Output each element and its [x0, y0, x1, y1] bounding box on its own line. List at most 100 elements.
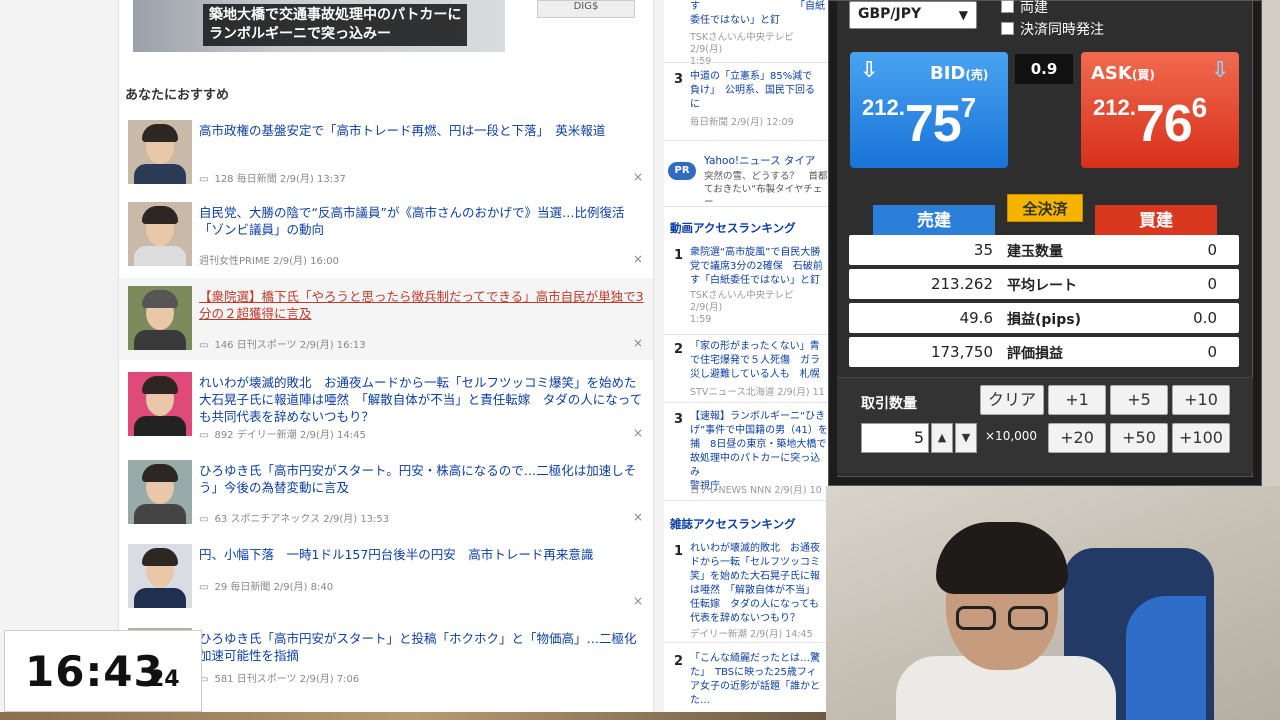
article-title[interactable]: ひろゆき氏「高市円安がスタート。円安・株高になるので…二極化は加速しそう」今後の… [199, 462, 647, 496]
article-source: 日刊スポーツ [236, 674, 297, 685]
article-date: 2/9(月) 7:06 [299, 674, 360, 685]
position-buy-value: 0 [1207, 241, 1217, 259]
bid-button[interactable]: ⇩ BID(売) 212.757 [850, 52, 1008, 168]
divider [664, 402, 828, 403]
ranking-title[interactable]: 「家の形がまったくない」青 で住宅爆発で５人死傷 ガラ 災し避難している人も 札… [690, 340, 828, 382]
ranking-title[interactable]: 中道の「立憲系」85%減で 負け」 公明系、国民下回る に [690, 70, 828, 112]
ranking-number: 2 [674, 654, 684, 669]
divider [664, 642, 828, 643]
quantity-input[interactable]: 5 [861, 423, 929, 453]
article-meta: ▭ 29 毎日新聞 2/9(月) 8:40 [199, 578, 333, 593]
hero-logo: DIG$ [537, 0, 635, 18]
ranking-title[interactable]: 「こんな綺麗だったとは…驚 た」 TBSに映った25歳フィ ア女子の近影が話題「… [690, 652, 828, 708]
add-50-button[interactable]: +50 [1110, 423, 1168, 453]
clear-button[interactable]: クリア [980, 385, 1044, 415]
close-icon[interactable]: × [633, 170, 643, 184]
close-icon[interactable]: × [633, 252, 643, 266]
article-row[interactable]: 円、小幅下落 一時1ドル157円台後半の円安 高市トレード再来意識 ▭ 29 毎日… [119, 536, 653, 618]
article-thumbnail[interactable] [128, 120, 192, 184]
article-title[interactable]: 高市政権の基盤安定で「高市トレード再燃、円は一段と下落」 英米報道 [199, 122, 647, 139]
comment-count: 29 [214, 582, 228, 593]
ranking-title[interactable]: 衆院選“高市旋風”で自民大勝 党で議席3分の2確保 石破前 す「白紙委任ではない… [690, 246, 828, 288]
ranking-meta: STVニュース北海道 2/9(月) 11 [690, 387, 825, 398]
recommend-heading: あなたにおすすめ [125, 88, 230, 103]
divider [664, 500, 828, 501]
article-meta: ▭ 63 スポニチアネックス 2/9(月) 13:53 [199, 510, 389, 525]
article-row[interactable]: 高市政権の基盤安定で「高市トレード再燃、円は一段と下落」 英米報道 ▭ 128 毎… [119, 112, 653, 194]
ask-price: 212.766 [1093, 92, 1207, 154]
add-1-button[interactable]: +1 [1048, 385, 1106, 415]
divider [664, 206, 828, 207]
add-5-button[interactable]: +5 [1110, 385, 1168, 415]
add-20-button[interactable]: +20 [1048, 423, 1106, 453]
article-thumbnail[interactable] [128, 460, 192, 524]
comment-icon: ▭ [199, 582, 209, 593]
position-row-avg-rate: 213.262 平均レート 0 [849, 269, 1239, 299]
hero-caption-line1: 築地大橋で交通事故処理中のパトカーに [209, 7, 462, 23]
arrow-down-icon: ⇩ [1211, 58, 1230, 83]
position-sell-value: 213.262 [930, 275, 993, 293]
bottom-video-strip [0, 712, 826, 720]
article-thumbnail[interactable] [128, 202, 192, 266]
quantity-label: 取引数量 [861, 396, 917, 412]
ranking-number: 3 [674, 72, 684, 87]
article-source: 毎日新聞 [230, 582, 271, 593]
article-row[interactable]: 【衆院選】橋下氏「やろうと思ったら徴兵制だってできる」高市自民が単独で3分の２超… [119, 278, 653, 360]
add-100-button[interactable]: +100 [1172, 423, 1230, 453]
close-icon[interactable]: × [633, 426, 643, 440]
article-title[interactable]: れいわが壊滅的敗北 お通夜ムードから一転「セルフツッコミ爆笑」を始めた大石晃子氏… [199, 374, 647, 425]
person-hair [936, 522, 1068, 594]
comment-icon: ▭ [199, 174, 209, 185]
close-icon[interactable]: × [633, 510, 643, 524]
add-10-button[interactable]: +10 [1172, 385, 1230, 415]
checkbox-icon [1001, 22, 1014, 35]
buy-position-tab[interactable]: 買建 [1095, 205, 1217, 237]
both-sides-checkbox[interactable]: 両建 [1001, 0, 1048, 17]
hero-image[interactable]: 築地大橋で交通事故処理中のパトカーに ランボルギーニで突っ込みー [133, 0, 505, 52]
settle-checkbox[interactable]: 決済同時発注 [1001, 19, 1104, 39]
article-row[interactable]: 自民党、大勝の陰で“反高市議員”が《高市さんのおかげで》当選…比例復活「ゾンビ議… [119, 194, 653, 276]
ask-label-text: ASK [1091, 63, 1132, 84]
position-label: 評価損益 [1007, 346, 1063, 362]
article-thumbnail[interactable] [128, 372, 192, 436]
divider [664, 62, 828, 63]
article-thumbnail[interactable] [128, 544, 192, 608]
pr-description[interactable]: 突然の雪、どうする？ 首都 ておきたい“布製タイヤチェー [704, 170, 828, 209]
webcam-background-strip [1262, 0, 1280, 486]
position-buy-value: 0 [1207, 343, 1217, 361]
magazine-ranking-heading[interactable]: 雑誌アクセスランキング [670, 516, 796, 532]
article-meta: ▭ 146 日刊スポーツ 2/9(月) 16:13 [199, 336, 366, 351]
ranking-title[interactable]: れいわが壊滅的敗北 お通夜 ドから一転「セルフツッコミ 笑」を始めた大石晃子氏に… [690, 542, 828, 626]
video-ranking-heading[interactable]: 動画アクセスランキング [670, 220, 796, 236]
article-row[interactable]: ひろゆき氏「高市円安がスタート。円安・株高になるので…二極化は加速しそう」今後の… [119, 452, 653, 534]
article-title[interactable]: 【衆院選】橋下氏「やろうと思ったら徴兵制だってできる」高市自民が単独で3分の２超… [199, 288, 647, 322]
article-row[interactable]: れいわが壊滅的敗北 お通夜ムードから一転「セルフツッコミ爆笑」を始めた大石晃子氏… [119, 364, 653, 450]
close-icon[interactable]: × [633, 336, 643, 350]
gaming-chair-accent [1126, 596, 1206, 720]
pr-title[interactable]: Yahoo!ニュース タイア [704, 154, 828, 168]
ranking-title[interactable]: す 「自紙委任ではない」と釘 [690, 0, 828, 28]
quantity-up-button[interactable]: ▲ [931, 423, 953, 453]
currency-pair-select[interactable]: GBP/JPY ▼ [849, 1, 977, 29]
currency-pair-value: GBP/JPY [858, 6, 922, 22]
divider [664, 334, 828, 335]
article-thumbnail[interactable] [128, 286, 192, 350]
comment-count: 63 [214, 514, 228, 525]
ranking-number: 1 [674, 544, 684, 559]
position-label: 建玉数量 [1007, 244, 1063, 260]
article-date: 2/9(月) 13:53 [323, 514, 390, 525]
ask-button[interactable]: ASK(買) ⇩ 212.766 [1081, 52, 1239, 168]
position-row-pips: 49.6 損益(pips) 0.0 [849, 303, 1239, 333]
quantity-down-button[interactable]: ▼ [955, 423, 977, 453]
close-all-button[interactable]: 全決済 [1007, 194, 1083, 222]
article-meta: ▭ 892 デイリー新潮 2/9(月) 14:45 [199, 426, 366, 441]
sell-position-tab[interactable]: 売建 [873, 205, 995, 237]
close-icon[interactable]: × [633, 594, 643, 608]
article-title[interactable]: 円、小幅下落 一時1ドル157円台後半の円安 高市トレード再来意識 [199, 546, 647, 563]
pr-badge: PR [668, 162, 696, 180]
article-title[interactable]: ひろゆき氏「高市円安がスタート」と投稿「ホクホク」と「物価高」…二極化加速可能性… [199, 630, 647, 664]
position-label: 損益(pips) [1007, 312, 1081, 328]
article-meta: ▭ 128 毎日新聞 2/9(月) 13:37 [199, 170, 346, 185]
both-sides-label: 両建 [1020, 0, 1048, 16]
article-title[interactable]: 自民党、大勝の陰で“反高市議員”が《高市さんのおかげで》当選…比例復活「ゾンビ議… [199, 204, 647, 238]
